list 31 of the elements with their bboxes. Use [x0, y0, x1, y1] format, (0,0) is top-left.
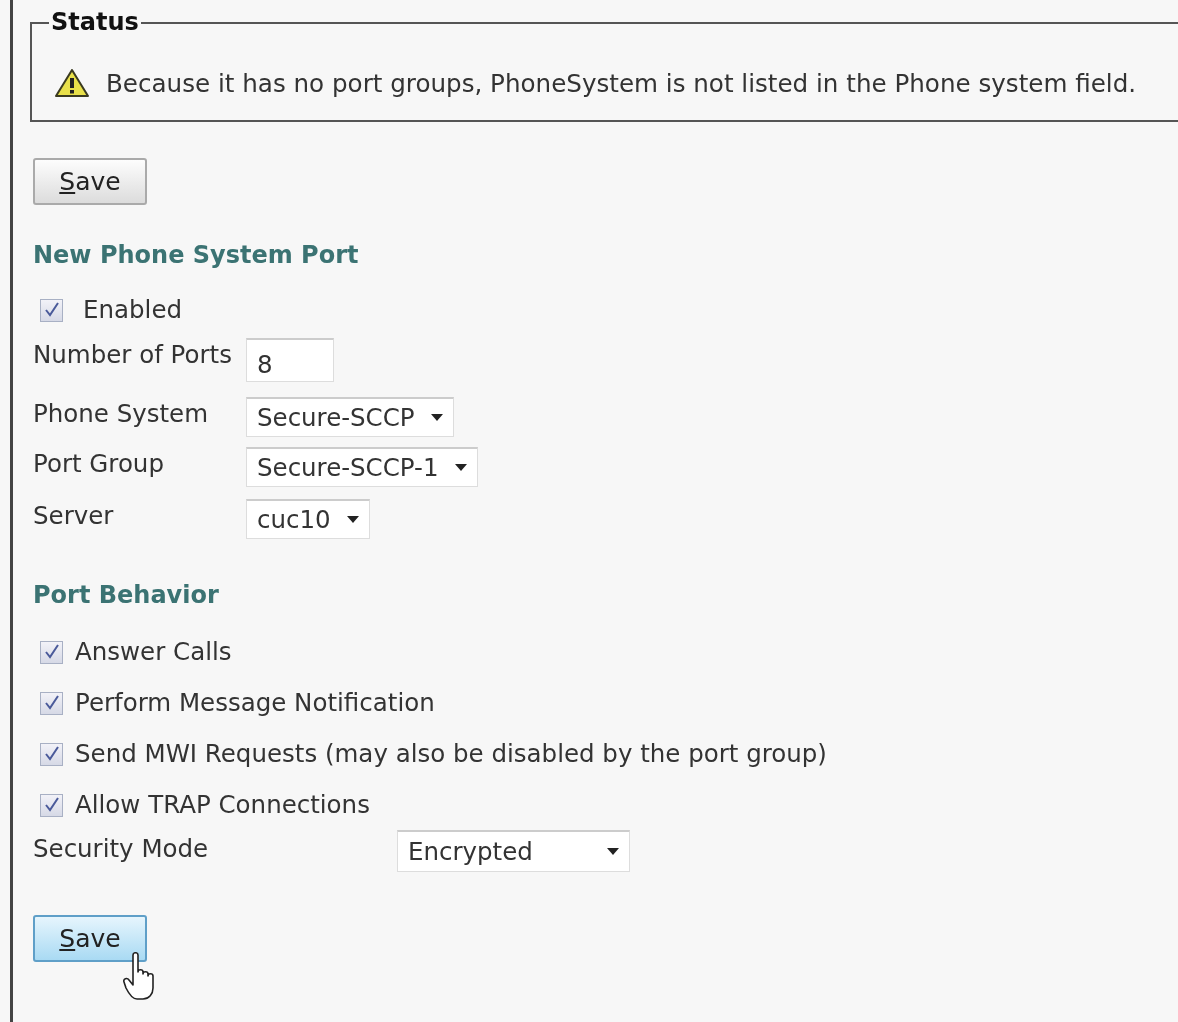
checkbox[interactable] — [40, 691, 63, 715]
caret-icon — [346, 516, 359, 523]
checkbox-label: Send MWI Requests (may also be disabled by the port group) — [75, 739, 827, 769]
checkbox[interactable] — [40, 793, 63, 817]
warning-icon — [55, 69, 89, 97]
field-label: Server — [33, 500, 115, 531]
dropdown-select[interactable]: Encrypted — [397, 830, 630, 872]
status-legend: Status — [49, 8, 141, 37]
save-button[interactable]: Save — [33, 158, 147, 205]
checkbox[interactable] — [40, 640, 63, 664]
dropdown-select[interactable]: Secure-SCCP-1 — [246, 447, 478, 487]
field-label: Number of Ports — [33, 339, 233, 370]
caret-icon — [430, 414, 443, 421]
save-button[interactable]: Save — [33, 915, 147, 962]
number-input[interactable]: 8 — [246, 338, 334, 382]
field-label: Port Group — [33, 448, 165, 479]
checkbox-label: Answer Calls — [75, 637, 232, 667]
checkbox-label: Enabled — [83, 295, 182, 325]
status-message: Because it has no port groups, PhoneSystem is not listed in the Phone system field. — [106, 68, 1137, 98]
dropdown-select[interactable]: cuc10 — [246, 499, 370, 539]
checkbox-label: Perform Message Notification — [75, 688, 435, 718]
field-label: Security Mode — [33, 833, 210, 864]
caret-icon — [454, 464, 467, 471]
field-label: Phone System — [33, 398, 210, 429]
caret-icon — [607, 848, 619, 855]
checkbox[interactable] — [40, 742, 63, 766]
section-heading: Port Behavior — [33, 580, 219, 610]
checkbox[interactable] — [40, 298, 63, 322]
dropdown-select[interactable]: Secure-SCCP — [246, 397, 454, 437]
checkbox-label: Allow TRAP Connections — [75, 790, 370, 820]
section-heading: New Phone System Port — [33, 240, 359, 270]
